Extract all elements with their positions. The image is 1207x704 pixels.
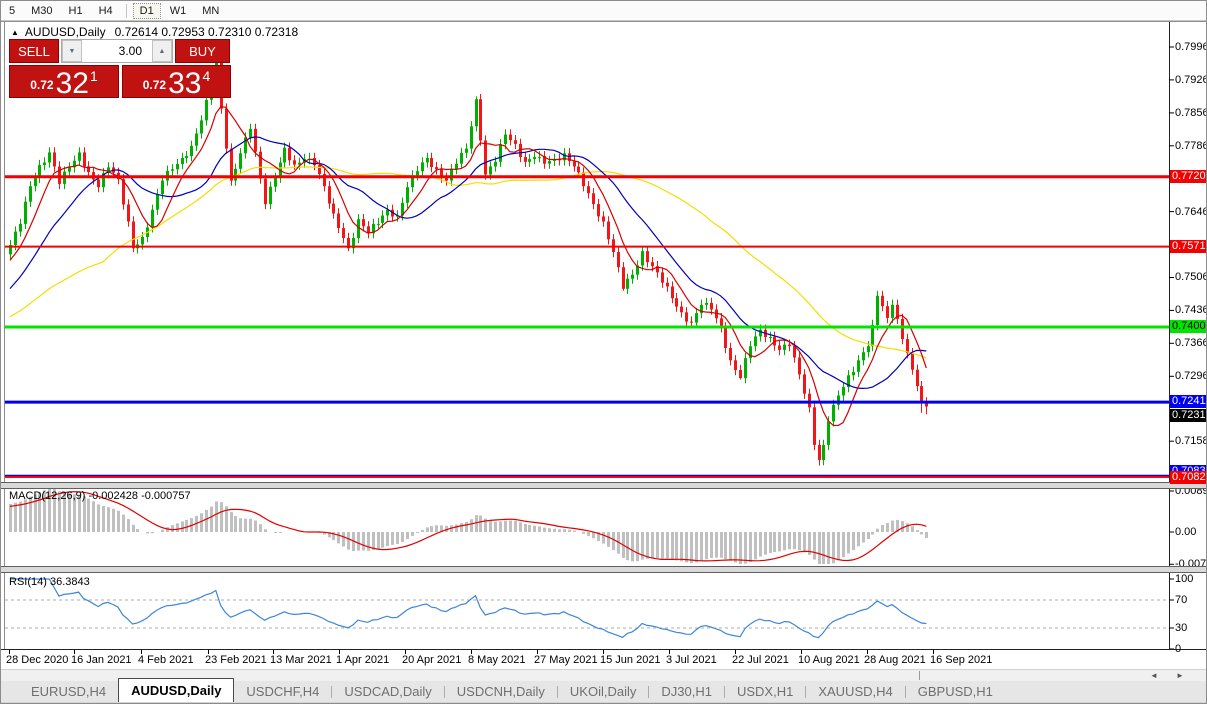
volume-decrease-button[interactable]: ▼ bbox=[62, 40, 82, 62]
tab-xauusd[interactable]: XAUUSD,H4 bbox=[806, 681, 904, 702]
macd-axis-tick: 0.00 bbox=[1175, 526, 1197, 538]
price-level-badge: 0.70820 bbox=[1170, 471, 1206, 484]
date-axis-label: 16 Sep 2021 bbox=[930, 654, 993, 666]
macd-panel-resize-handle[interactable] bbox=[1, 482, 1206, 489]
volume-spinner: ▼ 3.00 ▲ bbox=[61, 39, 173, 63]
macd-label: MACD(12,26,9) -0.002428 -0.000757 bbox=[9, 490, 191, 502]
rsi-axis-tick: 30 bbox=[1175, 622, 1188, 634]
price-axis-tick: 0.78560 bbox=[1175, 107, 1206, 119]
price-axis-tick: 0.74360 bbox=[1175, 304, 1206, 316]
date-axis-label: 23 Feb 2021 bbox=[205, 654, 267, 666]
price-axis-tick: 0.76460 bbox=[1175, 206, 1206, 218]
date-axis-label: 28 Dec 2020 bbox=[6, 654, 69, 666]
buy-price-pipette: 4 bbox=[202, 68, 211, 84]
price-level-badge: 0.77200 bbox=[1170, 170, 1206, 183]
buy-price-base: 0.72 bbox=[142, 78, 167, 92]
price-level-badge: 0.72411 bbox=[1170, 395, 1206, 408]
price-level-badge: 0.74007 bbox=[1170, 320, 1206, 333]
sell-price[interactable]: 0.72 32 1 bbox=[9, 65, 119, 100]
tab-usdcnh[interactable]: USDCNH,Daily bbox=[445, 681, 557, 702]
price-level-badge: 0.75716 bbox=[1170, 240, 1206, 253]
price-axis-tick: 0.71580 bbox=[1175, 435, 1206, 447]
chart-tab-bar: EURUSD,H4 AUDUSD,Daily USDCHF,H4 USDCAD,Dai… bbox=[1, 678, 1206, 702]
tab-audusd[interactable]: AUDUSD,Daily bbox=[118, 678, 235, 702]
volume-input[interactable]: 3.00 bbox=[82, 40, 152, 62]
chart-canvas bbox=[1, 21, 1206, 654]
date-axis-label: 8 May 2021 bbox=[468, 654, 526, 666]
date-axis-label: 22 Jul 2021 bbox=[732, 654, 789, 666]
price-axis-tick: 0.73660 bbox=[1175, 337, 1206, 349]
rsi-axis-tick: 100 bbox=[1175, 573, 1194, 585]
date-axis-label: 27 May 2021 bbox=[534, 654, 598, 666]
date-axis-label: 13 Mar 2021 bbox=[270, 654, 332, 666]
tab-scroll-left-icon[interactable]: ◄ bbox=[1145, 670, 1163, 681]
tab-ukoil[interactable]: UKOil,Daily bbox=[558, 681, 648, 702]
chart-symbol-period: AUDUSD,Daily bbox=[24, 25, 106, 39]
volume-increase-button[interactable]: ▲ bbox=[152, 40, 172, 62]
date-axis-label: 20 Apr 2021 bbox=[402, 654, 462, 666]
current-price-badge: 0.72318 bbox=[1170, 409, 1206, 422]
trading-platform-window: 5 M30 H1 H4 D1 W1 MN ▲ AUDUSD,Daily 0.72614 0.72… bbox=[0, 0, 1207, 704]
sell-price-base: 0.72 bbox=[30, 78, 54, 92]
timeframe-button-h1[interactable]: H1 bbox=[63, 4, 89, 18]
timeframe-button-5[interactable]: 5 bbox=[3, 4, 21, 18]
date-axis-label: 15 Jun 2021 bbox=[600, 654, 661, 666]
one-click-trading-panel: SELL ▼ 3.00 ▲ BUY 0.72 32 1 0.72 33 4 bbox=[9, 39, 232, 100]
timeframe-button-m30[interactable]: M30 bbox=[25, 4, 58, 18]
date-axis-label: 16 Jan 2021 bbox=[71, 654, 132, 666]
rsi-label: RSI(14) 36.3843 bbox=[9, 576, 90, 588]
sell-button[interactable]: SELL bbox=[9, 39, 59, 63]
tab-usdx[interactable]: USDX,H1 bbox=[725, 681, 805, 702]
date-axis-label: 28 Aug 2021 bbox=[864, 654, 926, 666]
date-axis-label: 3 Jul 2021 bbox=[666, 654, 717, 666]
macd-signal-line bbox=[9, 491, 927, 562]
rsi-line bbox=[10, 578, 927, 639]
price-axis-tick: 0.77860 bbox=[1175, 140, 1206, 152]
timeframe-button-d1[interactable]: D1 bbox=[132, 2, 161, 19]
toolbar-separator bbox=[125, 3, 127, 18]
chart-title: ▲ AUDUSD,Daily 0.72614 0.72953 0.72310 0.7… bbox=[11, 25, 298, 39]
arrow-down-icon: ▼ bbox=[68, 47, 76, 55]
rsi-axis-tick: 70 bbox=[1175, 594, 1188, 606]
price-axis-tick: 0.75060 bbox=[1175, 271, 1206, 283]
timeframe-button-w1[interactable]: W1 bbox=[164, 4, 193, 18]
timeframe-button-h4[interactable]: H4 bbox=[93, 4, 119, 18]
tab-usdchf[interactable]: USDCHF,H4 bbox=[234, 681, 331, 702]
timeframe-toolbar: 5 M30 H1 H4 D1 W1 MN bbox=[1, 1, 1206, 21]
buy-button[interactable]: BUY bbox=[175, 39, 230, 63]
rsi-panel-bottom-border bbox=[1, 649, 1206, 650]
tab-scroll-right-icon[interactable]: ► bbox=[1171, 670, 1189, 681]
rsi-panel-resize-handle[interactable] bbox=[1, 566, 1206, 573]
price-axis-tick: 0.79260 bbox=[1175, 74, 1206, 86]
buy-price-big: 33 bbox=[168, 67, 202, 100]
price-axis-tick: 0.79960 bbox=[1175, 41, 1206, 53]
date-axis-label: 10 Aug 2021 bbox=[798, 654, 860, 666]
buy-price[interactable]: 0.72 33 4 bbox=[122, 65, 231, 100]
date-axis-label: 4 Feb 2021 bbox=[138, 654, 194, 666]
tab-gbpusd[interactable]: GBPUSD,H1 bbox=[906, 681, 1005, 702]
chart-ohlc-values: 0.72614 0.72953 0.72310 0.72318 bbox=[114, 25, 299, 39]
symbol-marker-icon: ▲ bbox=[11, 28, 19, 37]
sell-price-big: 32 bbox=[55, 67, 89, 100]
date-axis-label: 1 Apr 2021 bbox=[336, 654, 390, 666]
sell-price-pipette: 1 bbox=[89, 68, 98, 84]
tab-strip-divider bbox=[919, 671, 920, 680]
tab-usdcad[interactable]: USDCAD,Daily bbox=[332, 681, 443, 702]
arrow-up-icon: ▲ bbox=[158, 47, 166, 55]
price-axis-tick: 0.72960 bbox=[1175, 370, 1206, 382]
tab-dj30[interactable]: DJ30,H1 bbox=[649, 681, 724, 702]
tab-eurusd[interactable]: EURUSD,H4 bbox=[19, 681, 118, 702]
timeframe-button-mn[interactable]: MN bbox=[196, 4, 225, 18]
